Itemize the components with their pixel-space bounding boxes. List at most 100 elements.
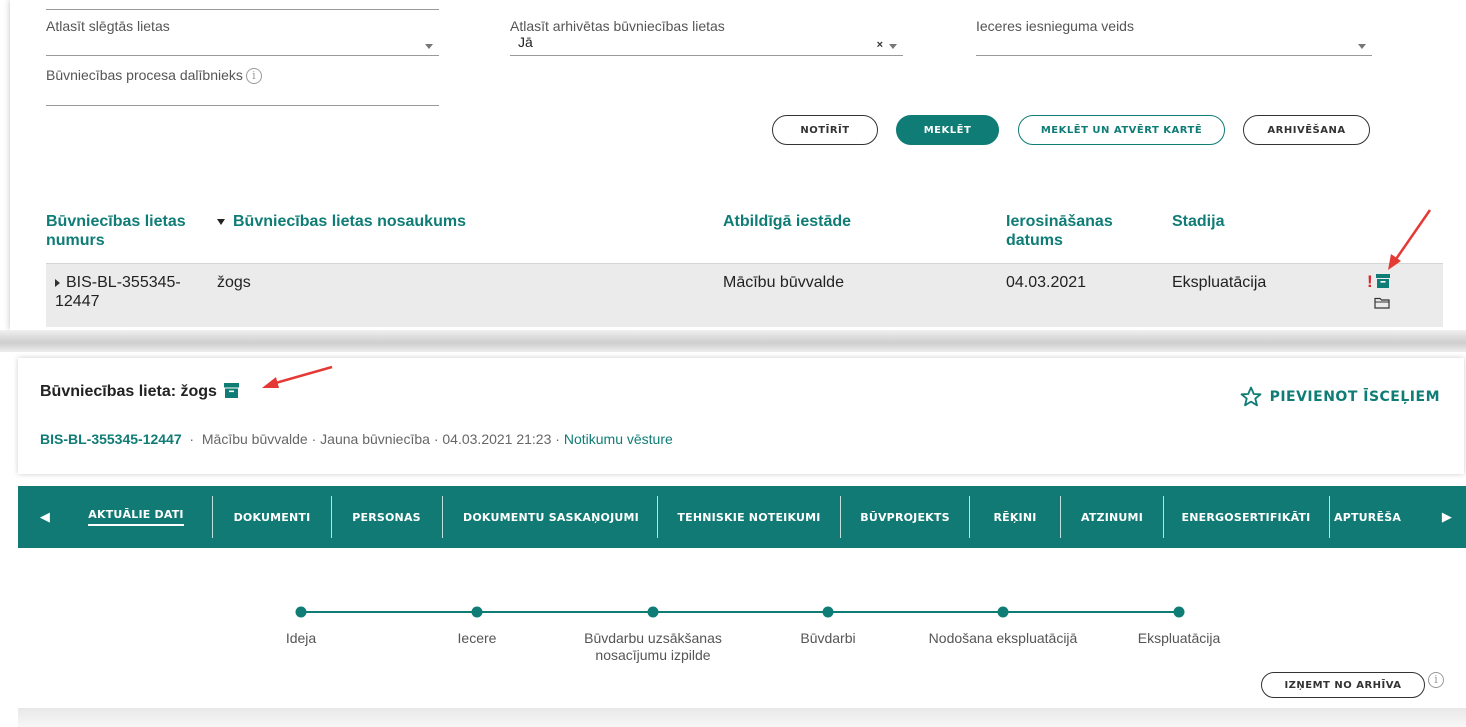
row-case-number-text: BIS-BL-355345-12447 (55, 274, 181, 310)
submission-type-label: Ieceres iesnieguma veids (976, 18, 1134, 34)
chevron-right-icon[interactable]: ▶ (1436, 486, 1458, 548)
row-case-name: žogs (217, 274, 251, 291)
tab-label: DOKUMENTU SASKAŅOJUMI (463, 510, 639, 524)
case-type: Jauna būvniecība (320, 431, 430, 447)
archived-cases-select[interactable]: Atlasīt arhivētas būvniecības lietas Jā … (510, 18, 903, 56)
closed-cases-label: Atlasīt slēgtās lietas (46, 18, 170, 34)
previous-field-underline (46, 0, 439, 10)
participant-field[interactable]: Būvniecības procesa dalībnieks i (46, 67, 439, 106)
tab-divider (657, 496, 658, 538)
tab-divider (442, 496, 443, 538)
add-favorite-button[interactable]: PIEVIENOT ĪSCEĻIEM (1240, 386, 1440, 407)
header-authority[interactable]: Atbildīgā iestāde (723, 212, 851, 231)
screenshot-separator (0, 330, 1466, 352)
tab-label: APTURĒŠA (1334, 510, 1402, 524)
stage-commissioning: Nodošana ekspluatācijā (928, 630, 1078, 646)
case-title-text: Būvniecības lieta: žogs (40, 383, 217, 400)
case-header-card: Būvniecības lieta: žogs BIS-BL-355345-12… (18, 358, 1464, 474)
row-case-number[interactable]: BIS-BL-355345-12447 (55, 273, 205, 311)
add-favorite-label: PIEVIENOT ĪSCEĻIEM (1269, 388, 1440, 405)
stage-timeline: Ideja Iecere Būvdarbu uzsākšanas nosacīj… (18, 548, 1466, 708)
tab-label: AKTUĀLIE DATI (88, 508, 184, 526)
stage-construction: Būvdarbi (800, 630, 856, 646)
tab-divider (1329, 496, 1330, 538)
submission-type-select[interactable]: Ieceres iesnieguma veids (976, 18, 1372, 56)
tab-label: TEHNISKIE NOTEIKUMI (677, 510, 821, 524)
annotation-arrow (262, 365, 333, 388)
case-tabs: ◀ AKTUĀLIE DATI DOKUMENTI PERSONAS DOKUM… (18, 486, 1466, 548)
tab-label: ENERGOSERTIFIKĀTI (1181, 510, 1311, 524)
case-datetime: 04.03.2021 21:23 (442, 431, 552, 447)
case-meta: BIS-BL-355345-12447 · Mācību būvvalde · … (40, 431, 673, 447)
header-case-number[interactable]: Būvniecības lietas numurs (46, 212, 196, 250)
archive-box-icon[interactable] (1376, 274, 1390, 288)
closed-cases-select[interactable]: Atlasīt slēgtās lietas (46, 18, 439, 56)
timeline-track (295, 606, 1185, 618)
meta-separator: · (555, 431, 560, 447)
tab-label: DOKUMENTI (233, 510, 311, 524)
clear-selection-icon[interactable]: × (877, 39, 883, 51)
tab-divider (331, 496, 332, 538)
stage-idea: Ideja (285, 630, 317, 646)
search-and-open-map-button[interactable]: MEKLĒT UN ATVĒRT KARTĒ (1018, 115, 1225, 145)
tab-divider (969, 496, 970, 538)
tab-suspension[interactable]: APTURĒŠA (1334, 486, 1430, 548)
meta-separator: · (433, 431, 439, 447)
tab-energy-certificates[interactable]: ENERGOSERTIFIKĀTI (1166, 486, 1326, 548)
case-authority: Mācību būvvalde (201, 431, 308, 447)
chevron-down-icon[interactable] (425, 44, 433, 49)
archiving-button[interactable]: ARHIVĒŠANA (1243, 115, 1370, 145)
expand-row-icon[interactable] (55, 278, 60, 287)
case-title: Būvniecības lieta: žogs (40, 383, 240, 401)
search-panel: Atlasīt slēgtās lietas Atlasīt arhivētas… (10, 0, 1466, 330)
tab-technical-regulations[interactable]: TEHNISKIE NOTEIKUMI (660, 486, 838, 548)
header-stage[interactable]: Stadija (1172, 212, 1224, 231)
case-number[interactable]: BIS-BL-355345-12447 (40, 431, 182, 447)
stage-start-conditions-line1: Būvdarbu uzsākšanas (584, 630, 722, 646)
tab-construction-project[interactable]: BŪVPROJEKTS (843, 486, 967, 548)
star-outline-icon (1240, 386, 1261, 407)
tab-documents[interactable]: DOKUMENTI (215, 486, 329, 548)
search-button[interactable]: MEKLĒT (896, 115, 999, 145)
stage-intention: Iecere (457, 630, 497, 646)
tab-document-approvals[interactable]: DOKUMENTU SASKAŅOJUMI (445, 486, 657, 548)
stage-start-conditions: Būvdarbu uzsākšanas nosacījumu izpilde (558, 630, 748, 664)
archive-box-icon (224, 383, 240, 398)
row-stage: Ekspluatācija (1172, 274, 1267, 291)
history-link[interactable]: Notikumu vēsture (564, 431, 673, 447)
tab-label: BŪVPROJEKTS (860, 510, 950, 524)
header-case-name-text: Būvniecības lietas nosaukums (233, 213, 466, 230)
header-case-name[interactable]: Būvniecības lietas nosaukums (217, 212, 466, 231)
tab-label: ATZINUMI (1080, 510, 1143, 524)
folder-icon[interactable] (1374, 296, 1390, 309)
warning-icon: ! (1367, 272, 1373, 291)
clear-button[interactable]: NOTĪRĪT (772, 115, 878, 145)
tab-opinions[interactable]: ATZINUMI (1063, 486, 1161, 548)
participant-label: Būvniecības procesa dalībnieks i (46, 67, 262, 85)
annotation-arrow (1388, 209, 1432, 270)
stage-exploitation: Ekspluatācija (1137, 630, 1221, 646)
info-icon[interactable]: i (245, 68, 262, 85)
tab-label: PERSONAS (352, 510, 421, 524)
tab-persons[interactable]: PERSONAS (333, 486, 440, 548)
unarchive-button[interactable]: IZŅEMT NO ARHĪVA (1261, 672, 1425, 698)
chevron-left-icon[interactable]: ◀ (34, 486, 56, 548)
info-icon[interactable]: i (1428, 672, 1444, 688)
tab-invoices[interactable]: RĒĶINI (972, 486, 1058, 548)
archived-cases-value: Jā (518, 34, 533, 50)
tab-divider (840, 496, 841, 538)
header-date[interactable]: Ierosināšanas datums (1006, 212, 1146, 250)
meta-separator: · (189, 431, 195, 447)
chevron-down-icon[interactable] (1358, 44, 1366, 49)
tab-divider (1060, 496, 1061, 538)
stage-start-conditions-line2: nosacījumu izpilde (595, 647, 711, 663)
tab-divider (212, 496, 213, 538)
tab-actual-data[interactable]: AKTUĀLIE DATI (76, 486, 196, 548)
row-authority: Mācību būvvalde (723, 274, 844, 291)
archived-cases-label: Atlasīt arhivētas būvniecības lietas (510, 18, 725, 34)
row-date: 04.03.2021 (1006, 274, 1087, 291)
participant-label-text: Būvniecības procesa dalībnieks (46, 67, 243, 83)
chevron-down-icon[interactable] (889, 44, 897, 49)
tab-label: RĒĶINI (993, 510, 1037, 524)
page-bottom-edge (18, 708, 1466, 727)
